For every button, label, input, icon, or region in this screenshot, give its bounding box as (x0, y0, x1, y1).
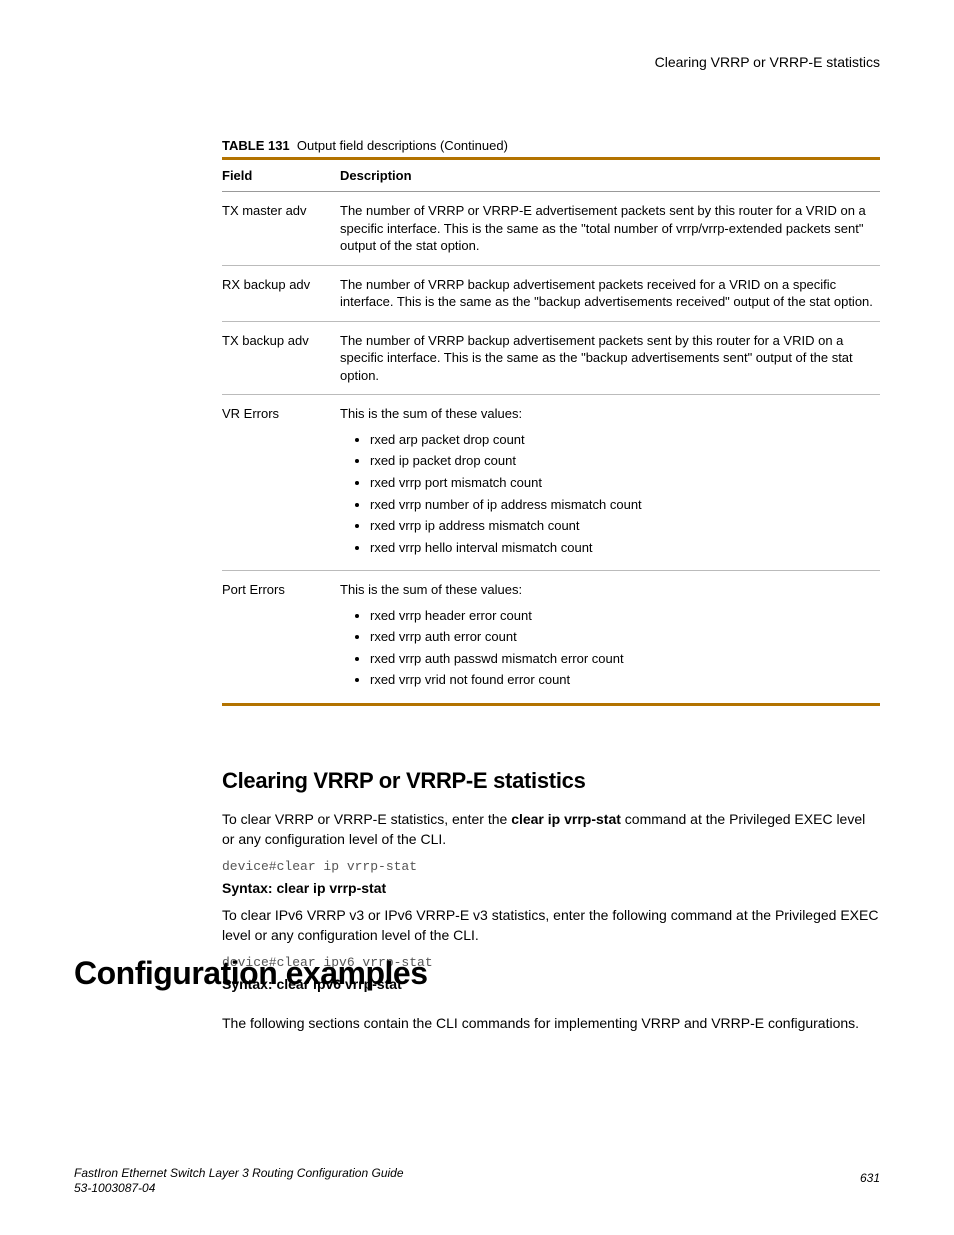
list-item: rxed vrrp auth error count (370, 628, 874, 646)
table-row: VR Errors This is the sum of these value… (222, 395, 880, 571)
list-item: rxed vrrp vrid not found error count (370, 671, 874, 689)
table-caption-text: Output field descriptions (Continued) (297, 138, 508, 153)
footer-page-number: 631 (860, 1171, 880, 1185)
cell-field: VR Errors (222, 395, 340, 571)
command-name: clear ip vrrp-stat (511, 811, 621, 827)
list-item: rxed arp packet drop count (370, 431, 874, 449)
cell-field: Port Errors (222, 571, 340, 705)
table-caption: TABLE 131 Output field descriptions (Con… (222, 138, 880, 153)
table-label: TABLE 131 (222, 138, 290, 153)
footer-title: FastIron Ethernet Switch Layer 3 Routing… (74, 1166, 404, 1180)
table-row: RX backup adv The number of VRRP backup … (222, 265, 880, 321)
paragraph: The following sections contain the CLI c… (222, 1014, 880, 1034)
field-description-table: Field Description TX master adv The numb… (222, 157, 880, 706)
cell-field: TX master adv (222, 192, 340, 266)
list-intro: This is the sum of these values: (340, 406, 522, 421)
cell-desc: The number of VRRP backup advertisement … (340, 265, 880, 321)
main-content: TABLE 131 Output field descriptions (Con… (222, 138, 880, 1002)
footer-docnum: 53-1003087-04 (74, 1181, 155, 1195)
text-run: To clear VRRP or VRRP-E statistics, ente… (222, 811, 511, 827)
table-row: TX master adv The number of VRRP or VRRP… (222, 192, 880, 266)
value-list: rxed arp packet drop count rxed ip packe… (340, 431, 874, 556)
paragraph: To clear VRRP or VRRP-E statistics, ente… (222, 810, 880, 849)
cell-desc: The number of VRRP backup advertisement … (340, 321, 880, 395)
footer-left: FastIron Ethernet Switch Layer 3 Routing… (74, 1166, 404, 1197)
list-intro: This is the sum of these values: (340, 582, 522, 597)
cell-field: TX backup adv (222, 321, 340, 395)
list-item: rxed vrrp hello interval mismatch count (370, 539, 874, 557)
code-block: device#clear ip vrrp-stat (222, 859, 880, 874)
list-item: rxed vrrp header error count (370, 607, 874, 625)
list-item: rxed ip packet drop count (370, 452, 874, 470)
syntax-line: Syntax: clear ip vrrp-stat (222, 880, 880, 896)
list-item: rxed vrrp number of ip address mismatch … (370, 496, 874, 514)
section-heading-clearing: Clearing VRRP or VRRP-E statistics (222, 768, 880, 794)
section-config-examples: Configuration examples The following sec… (74, 955, 880, 1048)
paragraph: To clear IPv6 VRRP v3 or IPv6 VRRP-E v3 … (222, 906, 880, 945)
table-row: Port Errors This is the sum of these val… (222, 571, 880, 705)
col-header-description: Description (340, 159, 880, 192)
table-row: TX backup adv The number of VRRP backup … (222, 321, 880, 395)
cell-desc: This is the sum of these values: rxed ar… (340, 395, 880, 571)
page-header-right: Clearing VRRP or VRRP-E statistics (655, 54, 880, 70)
col-header-field: Field (222, 159, 340, 192)
section-heading-config-examples: Configuration examples (74, 955, 880, 992)
list-item: rxed vrrp auth passwd mismatch error cou… (370, 650, 874, 668)
cell-desc: The number of VRRP or VRRP-E advertiseme… (340, 192, 880, 266)
list-item: rxed vrrp port mismatch count (370, 474, 874, 492)
cell-desc: This is the sum of these values: rxed vr… (340, 571, 880, 705)
value-list: rxed vrrp header error count rxed vrrp a… (340, 607, 874, 689)
cell-field: RX backup adv (222, 265, 340, 321)
list-item: rxed vrrp ip address mismatch count (370, 517, 874, 535)
